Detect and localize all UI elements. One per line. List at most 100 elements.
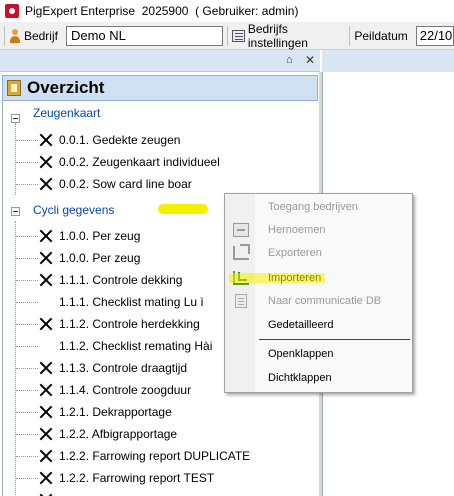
collapse-toggle[interactable]: [11, 114, 20, 123]
toolbar: Bedrijf Demo NL Bedrijfs instellingen Pe…: [0, 22, 454, 50]
highlight-mark: [158, 204, 208, 214]
tree-item[interactable]: 1.1.1. Controle dekking: [39, 269, 182, 291]
tree-item-label: 1.2.2. Afbigrapportage: [59, 427, 178, 441]
tree-connector: [16, 324, 38, 325]
tree-item-label: 1.1.1. Checklist mating Lu ì: [59, 295, 204, 309]
toolbar-separator: [4, 25, 5, 46]
tree-item[interactable]: 0.0.2. Zeugenkaart individueel: [39, 151, 220, 173]
blank-icon: [39, 339, 53, 353]
user-icon: [9, 28, 21, 43]
tree-item-label: 1.2.2. Farrowing report TEST: [59, 471, 215, 485]
close-icon[interactable]: ✕: [305, 53, 315, 67]
company-label: Bedrijf: [23, 28, 58, 43]
main-header-strip: [322, 50, 454, 72]
overview-title: Overzicht: [27, 78, 105, 97]
tree-item[interactable]: 1.0.0. Per zeug: [39, 225, 140, 247]
toolbar-separator: [349, 25, 351, 46]
tree-item[interactable]: 1.2.2. Afbigrapportage: [39, 423, 177, 445]
company-button[interactable]: Bedrijf: [9, 28, 58, 43]
tree-item[interactable]: 1.1.2. Controle herdekking: [39, 313, 200, 335]
menu-item-label: Gedetailleerd: [268, 319, 334, 331]
book-icon: [7, 80, 21, 96]
pin-icon[interactable]: ⌂: [286, 54, 293, 66]
x-icon: [39, 177, 53, 191]
date-label: Peildatum: [354, 28, 408, 43]
menu-item-gedetailleerd[interactable]: Gedetailleerd: [225, 314, 412, 336]
menu-item-naar-communicatie-db[interactable]: Naar communicatie DB: [225, 290, 412, 312]
tree-connector: [16, 346, 38, 347]
tree-item[interactable]: 1.2.2. Farrowing report DUPLICATE: [39, 445, 250, 467]
company-field[interactable]: Demo NL: [65, 25, 223, 46]
x-icon: [39, 471, 53, 485]
tree-item-label: 0.0.2. Sow card line boar: [59, 177, 192, 191]
menu-item-openklappen[interactable]: Openklappen: [225, 343, 412, 365]
menu-separator: [259, 339, 410, 340]
tree-item-label: 1.2.1. Dekrapportage: [59, 405, 172, 419]
blank-icon: [39, 295, 53, 309]
tree-item[interactable]: 1.1.1. Checklist mating Lu ì: [39, 291, 204, 313]
tree-item[interactable]: 1.2.1. Dekrapportage: [39, 401, 172, 423]
x-icon: [39, 155, 53, 169]
tree-connector: [16, 368, 38, 369]
toolbar-separator: [226, 25, 228, 46]
tree-group-label: Zeugenkaart: [33, 106, 101, 120]
menu-item-label: Naar communicatie DB: [268, 295, 382, 307]
collapse-toggle[interactable]: [11, 207, 20, 216]
x-icon: [39, 449, 53, 463]
tree-connector: [16, 434, 38, 435]
tree-item[interactable]: 1.2.2. Farrowing report TEST: [39, 467, 214, 489]
tree-item[interactable]: 1.0.0. Per zeug: [39, 247, 140, 269]
overview-header: Overzicht: [2, 75, 318, 101]
tree-connector: [16, 412, 38, 413]
database-icon: [235, 294, 247, 308]
tree-item[interactable]: 1.1.4. Controle zoogduur: [39, 379, 191, 401]
tree-connector: [16, 456, 38, 457]
menu-item-toegang-bedrijven[interactable]: Toegang bedrijven: [225, 196, 412, 218]
tree-group-cycli-gegevens[interactable]: Cycli gegevens: [33, 199, 114, 221]
x-icon: [39, 317, 53, 331]
window-title: PigExpert Enterprise 2025900 ( Gebruiker…: [25, 4, 299, 18]
tree-connector: [16, 140, 38, 141]
tree-connector: [16, 258, 38, 259]
x-icon: [39, 383, 53, 397]
panel-header-strip: ⌂ ✕: [0, 50, 320, 72]
company-settings-button[interactable]: Bedrijfs instellingen: [231, 22, 346, 50]
x-icon: [39, 133, 53, 147]
tree-item-partial[interactable]: [39, 489, 59, 496]
menu-item-dichtklappen[interactable]: Dichtklappen: [225, 367, 412, 389]
menu-item-hernoemen[interactable]: Hernoemen: [225, 219, 412, 241]
title-bar: PigExpert Enterprise 2025900 ( Gebruiker…: [0, 0, 454, 22]
tree-item-label: 0.0.1. Gedekte zeugen: [59, 133, 181, 147]
x-icon: [39, 273, 53, 287]
tree-connector: [16, 390, 38, 391]
context-menu: Toegang bedrijven Hernoemen Exporteren I…: [224, 193, 413, 393]
tree-group-zeugenkaart[interactable]: Zeugenkaart: [33, 102, 100, 124]
x-icon: [39, 251, 53, 265]
tree-item-label: 1.1.1. Controle dekking: [59, 273, 183, 287]
x-icon: [39, 427, 53, 441]
rename-icon: [233, 223, 249, 237]
tree-group-label: Cycli gegevens: [33, 203, 115, 217]
tree-item-label: 1.1.3. Controle draagtijd: [59, 361, 188, 375]
tree-item[interactable]: 1.1.2. Checklist remating Hài: [39, 335, 212, 357]
menu-item-importeren[interactable]: Importeren: [225, 267, 412, 289]
tree-item-label: 1.0.0. Per zeug: [59, 251, 141, 265]
tree-connector: [16, 302, 38, 303]
date-field[interactable]: 22/10: [415, 25, 454, 46]
app-logo-icon: [5, 4, 19, 18]
menu-item-label: Toegang bedrijven: [268, 201, 358, 213]
tree-connector: [16, 478, 38, 479]
tree-item-label: 0.0.2. Zeugenkaart individueel: [59, 155, 220, 169]
menu-item-label: Dichtklappen: [268, 372, 332, 384]
tree-item-label: 1.2.2. Farrowing report DUPLICATE: [59, 449, 251, 463]
tree-item[interactable]: 0.0.1. Gedekte zeugen: [39, 129, 180, 151]
menu-item-label: Hernoemen: [268, 224, 326, 236]
tree-connector: [15, 221, 16, 496]
tree-item-label: 1.0.0. Per zeug: [59, 229, 141, 243]
tree-connector: [16, 162, 38, 163]
menu-item-exporteren[interactable]: Exporteren: [225, 242, 412, 264]
tree-item[interactable]: 0.0.2. Sow card line boar: [39, 173, 192, 195]
tree-item[interactable]: 1.1.3. Controle draagtijd: [39, 357, 187, 379]
x-icon: [39, 405, 53, 419]
export-icon: [233, 244, 250, 260]
